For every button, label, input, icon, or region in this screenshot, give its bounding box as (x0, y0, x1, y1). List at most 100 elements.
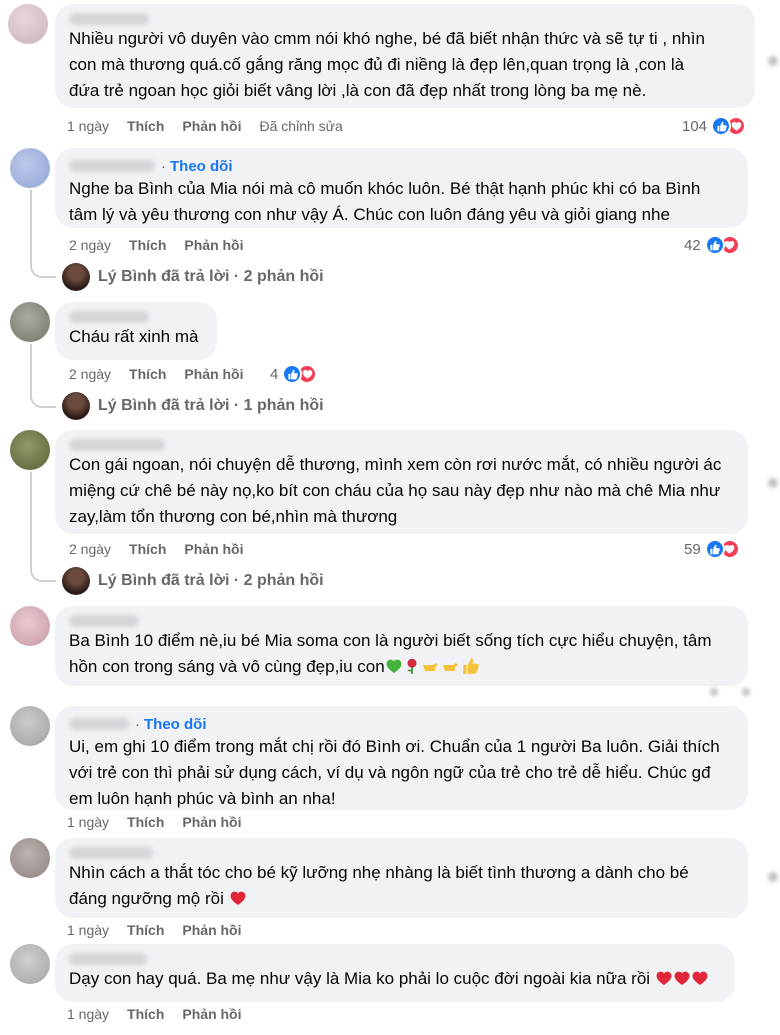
view-replies-button[interactable]: Lý Bình đã trả lời · 2 phản hồi (62, 567, 324, 595)
comment-line: Dạy con hay quá. Ba mẹ như vậy là Mia ko… (69, 966, 721, 995)
comment-line: đáng ngưỡng mộ rồi (69, 886, 734, 915)
timestamp[interactable]: 2 ngày (69, 366, 111, 382)
reply-button[interactable]: Phản hồi (182, 922, 241, 938)
avatar[interactable] (10, 606, 50, 646)
reply-thread-line (30, 472, 56, 582)
avatar[interactable] (10, 302, 50, 342)
comment-meta: 1 ngày Thích Phản hồi (67, 812, 242, 832)
follow-button[interactable]: · Theo dõi (161, 158, 233, 175)
view-replies-button[interactable]: Lý Bình đã trả lời · 2 phản hồi (62, 263, 324, 291)
reaction-summary[interactable]: 4 (270, 363, 318, 385)
author-name[interactable] (69, 438, 734, 452)
comment-line: hồn con trong sáng và vô cùng đẹp,iu con (69, 654, 734, 683)
like-icon (711, 116, 732, 136)
reply-button[interactable]: Phản hồi (182, 1006, 241, 1022)
comment-text: Nhìn cách a thắt tóc cho bé kỹ lưỡng nhẹ… (69, 860, 734, 915)
reply-button[interactable]: Phản hồi (184, 237, 243, 253)
comment-line: Nhìn cách a thắt tóc cho bé kỹ lưỡng nhẹ… (69, 863, 689, 882)
author-row: · Theo dõi (69, 714, 734, 734)
edge-blur (742, 688, 750, 696)
like-icon (704, 235, 725, 255)
reaction-summary[interactable]: 42 (684, 234, 740, 256)
rose-icon (403, 657, 421, 683)
comment-line-text: Dạy con hay quá. Ba mẹ như vậy là Mia ko… (69, 969, 651, 988)
follow-button[interactable]: · Theo dõi (135, 716, 207, 733)
comment-line: con mà thương quá.cố gắng răng mọc đủ đi… (69, 55, 685, 74)
timestamp[interactable]: 1 ngày (67, 1006, 109, 1022)
avatar[interactable] (10, 706, 50, 746)
comment-line: miệng cứ chê bé này nọ,ko bít con cháu c… (69, 481, 721, 500)
thumbs-up-icon (461, 657, 479, 683)
author-name[interactable] (69, 12, 741, 26)
comment-meta: 1 ngày Thích Phản hồi (67, 920, 242, 940)
comment-line-text: đáng ngưỡng mộ rồi (69, 889, 224, 908)
comment-line: zay,làm tổn thương con bé,nhìn mà thương (69, 507, 398, 526)
edge-blur (768, 478, 778, 488)
view-replies-button[interactable]: Lý Bình đã trả lời · 1 phản hồi (62, 392, 324, 420)
author-name[interactable] (69, 310, 203, 324)
like-button[interactable]: Thích (129, 237, 166, 253)
replies-label: Lý Bình đã trả lời · 2 phản hồi (98, 268, 324, 285)
comment-line: Con gái ngoan, nói chuyện dễ thương, mìn… (69, 455, 722, 474)
author-name[interactable] (69, 718, 129, 730)
comment-line: em luôn hạnh phúc và bình an nha! (69, 789, 336, 808)
comment-text: Nghe ba Bình của Mia nói mà cô muốn khóc… (69, 176, 734, 228)
avatar[interactable] (10, 430, 50, 470)
author-name[interactable] (69, 952, 721, 966)
comment-text: Con gái ngoan, nói chuyện dễ thương, mìn… (69, 452, 734, 530)
avatar[interactable] (10, 148, 50, 188)
comment-meta: 1 ngày Thích Phản hồi (67, 1004, 242, 1024)
author-name[interactable] (69, 160, 155, 172)
like-button[interactable]: Thích (127, 922, 164, 938)
comment-meta: 2 ngày Thích Phản hồi (69, 235, 244, 255)
like-button[interactable]: Thích (127, 814, 164, 830)
reply-button[interactable]: Phản hồi (184, 541, 243, 557)
timestamp[interactable]: 1 ngày (67, 922, 109, 938)
red-heart-icon (655, 969, 673, 995)
timestamp[interactable]: 2 ngày (69, 541, 111, 557)
comment-text: Ui, em ghi 10 điểm trong mắt chị rồi đó … (69, 734, 734, 812)
comment-line: Ui, em ghi 10 điểm trong mắt chị rồi đó … (69, 737, 720, 756)
comment-text: Nhiều người vô duyên vào cmm nói khó ngh… (69, 26, 741, 104)
comment-line: với trẻ con thì phải sử dụng cách, ví dụ… (69, 763, 711, 782)
author-name[interactable] (69, 846, 734, 860)
follow-label: Theo dõi (170, 157, 233, 175)
reaction-summary[interactable]: 59 (684, 538, 740, 560)
reply-button[interactable]: Phản hồi (182, 118, 241, 134)
like-button[interactable]: Thích (129, 366, 166, 382)
avatar[interactable] (8, 4, 48, 44)
comment-bubble: Cháu rất xinh mà (55, 302, 217, 360)
reaction-summary[interactable]: 104 (682, 115, 747, 137)
like-button[interactable]: Thích (129, 541, 166, 557)
pointing-hands-icon (421, 657, 461, 683)
comment-text: Dạy con hay quá. Ba mẹ như vậy là Mia ko… (69, 966, 721, 995)
comment-bubble: Dạy con hay quá. Ba mẹ như vậy là Mia ko… (55, 944, 735, 1002)
avatar[interactable] (10, 838, 50, 878)
like-button[interactable]: Thích (127, 118, 164, 134)
comment-line: Nhiều người vô duyên vào cmm nói khó ngh… (69, 29, 705, 48)
comment-line: Cháu rất xinh mà (69, 327, 199, 346)
comment-text: Ba Bình 10 điểm nè,iu bé Mia soma con là… (69, 628, 734, 683)
avatar[interactable] (10, 944, 50, 984)
reply-button[interactable]: Phản hồi (182, 814, 241, 830)
like-button[interactable]: Thích (127, 1006, 164, 1022)
red-heart-icon (691, 969, 709, 995)
timestamp[interactable]: 1 ngày (67, 118, 109, 134)
edge-blur (768, 872, 778, 882)
author-row: · Theo dõi (69, 156, 734, 176)
timestamp[interactable]: 2 ngày (69, 237, 111, 253)
separator-dot: · (135, 715, 140, 733)
replier-avatar (62, 263, 90, 291)
comment-text: Cháu rất xinh mà (69, 324, 203, 350)
like-icon (704, 539, 725, 559)
follow-label: Theo dõi (144, 715, 207, 733)
edited-label: Đã chỉnh sửa (259, 118, 343, 134)
author-name[interactable] (69, 614, 734, 628)
replies-label: Lý Bình đã trả lời · 1 phản hồi (98, 397, 324, 414)
reply-button[interactable]: Phản hồi (184, 366, 243, 382)
comment-line-text: hồn con trong sáng và vô cùng đẹp,iu con (69, 657, 385, 676)
replier-avatar (62, 392, 90, 420)
timestamp[interactable]: 1 ngày (67, 814, 109, 830)
comment-bubble: Ba Bình 10 điểm nè,iu bé Mia soma con là… (55, 606, 748, 686)
comment-line: tâm lý và yêu thương con như vậy Á. Chúc… (69, 205, 670, 224)
